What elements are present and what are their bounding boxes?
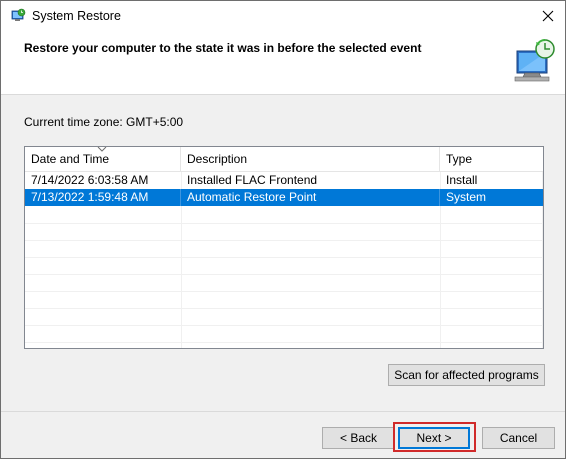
next-button[interactable]: Next > [398, 427, 470, 449]
title-bar: System Restore [1, 1, 565, 31]
cell-date: 7/13/2022 1:59:48 AM [25, 189, 181, 206]
close-button[interactable] [531, 1, 565, 31]
monitor-restore-icon [514, 39, 555, 82]
close-icon [542, 10, 554, 22]
cell-description: Installed FLAC Frontend [187, 173, 318, 187]
cell-type: Install [446, 173, 478, 187]
column-header-label: Description [187, 152, 248, 166]
column-header-label: Type [446, 152, 473, 166]
back-button[interactable]: < Back [322, 427, 395, 449]
scan-affected-programs-button[interactable]: Scan for affected programs [388, 364, 545, 386]
system-restore-window: System Restore Restore your computer to … [0, 0, 566, 459]
row-divider [25, 223, 543, 224]
row-divider [25, 291, 543, 292]
row-divider [25, 240, 543, 241]
table-row-selected[interactable]: 7/13/2022 1:59:48 AM Automatic Restore P… [25, 189, 543, 206]
sort-chevron-icon [97, 147, 107, 152]
window-title: System Restore [32, 9, 121, 23]
page-title: Restore your computer to the state it wa… [24, 41, 422, 55]
wizard-header: Restore your computer to the state it wa… [1, 31, 565, 95]
timezone-label: Current time zone: GMT+5:00 [24, 115, 184, 129]
column-header-date[interactable]: Date and Time [25, 147, 181, 171]
table-row[interactable]: 7/14/2022 6:03:58 AM Installed FLAC Fron… [25, 172, 543, 189]
system-restore-icon [11, 8, 26, 21]
cell-date: 7/14/2022 6:03:58 AM [31, 173, 149, 187]
row-divider [25, 308, 543, 309]
cell-type: System [446, 190, 487, 204]
row-divider [25, 342, 543, 343]
restore-points-list[interactable]: Date and Time Description Type 7/14/2022… [24, 146, 544, 349]
column-header-description[interactable]: Description [181, 147, 440, 171]
list-body: 7/14/2022 6:03:58 AM Installed FLAC Fron… [25, 172, 543, 206]
cancel-button[interactable]: Cancel [482, 427, 555, 449]
row-divider [25, 325, 543, 326]
column-header-type[interactable]: Type [440, 147, 543, 171]
list-header: Date and Time Description Type [25, 147, 543, 172]
row-divider [25, 274, 543, 275]
footer-divider [1, 411, 565, 412]
row-divider [25, 257, 543, 258]
cell-description: Automatic Restore Point [181, 189, 440, 206]
column-header-label: Date and Time [31, 152, 110, 166]
